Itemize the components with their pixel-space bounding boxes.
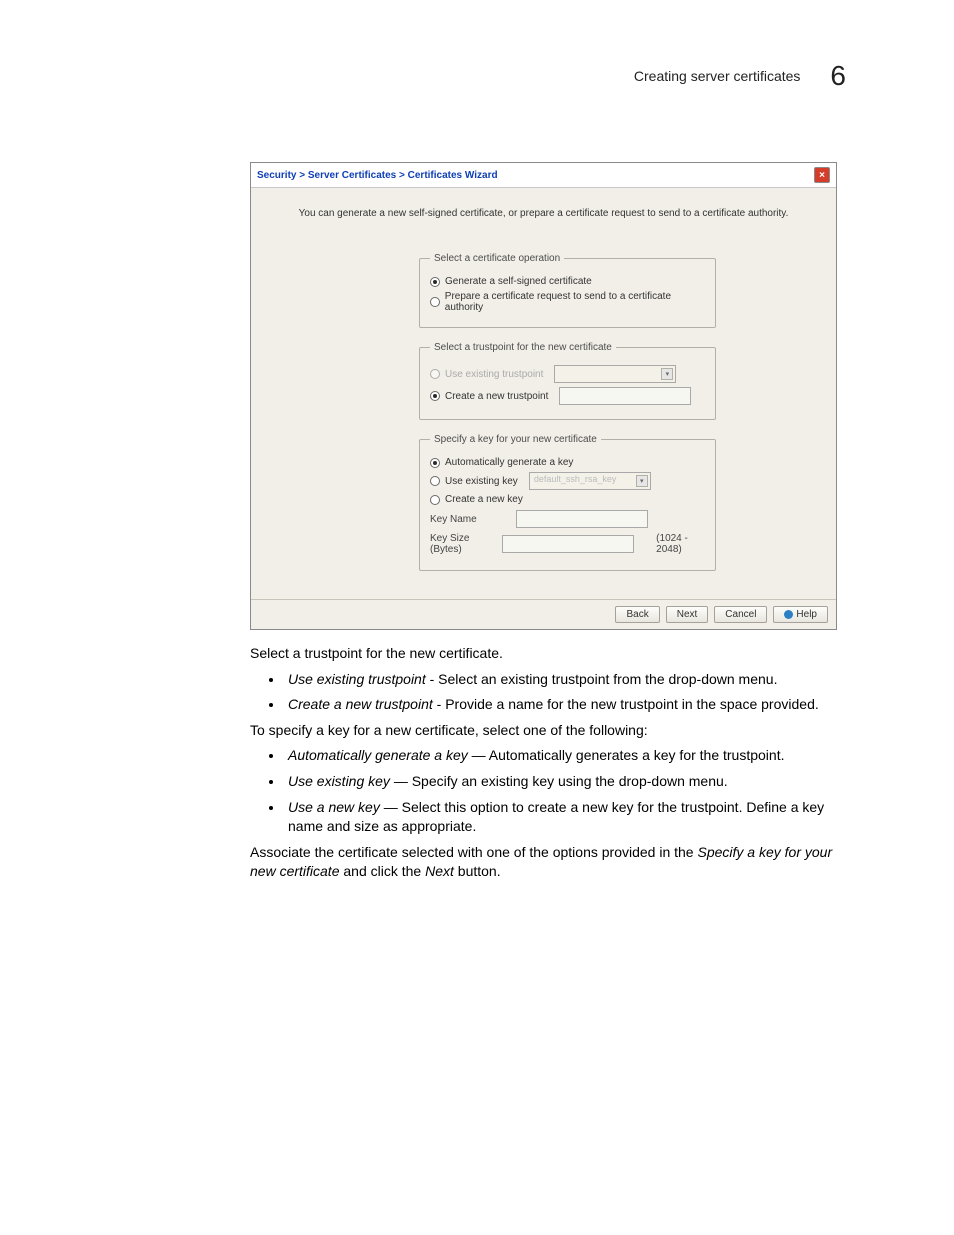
list-item: Create a new trustpoint - Provide a name… xyxy=(284,695,835,715)
definition: - Provide a name for the new trustpoint … xyxy=(433,696,819,712)
wizard-titlebar: Security > Server Certificates > Certifi… xyxy=(251,163,836,188)
field-label: Key Name xyxy=(430,514,504,525)
certificates-wizard: Security > Server Certificates > Certifi… xyxy=(250,162,837,630)
help-icon xyxy=(784,610,793,619)
list-item: Automatically generate a key — Automatic… xyxy=(284,746,835,766)
button-label: Next xyxy=(677,609,698,620)
option-label: Generate a self-signed certificate xyxy=(445,276,592,287)
term: Use a new key xyxy=(288,799,380,815)
group-legend: Select a trustpoint for the new certific… xyxy=(430,342,616,353)
radio-icon xyxy=(430,495,440,505)
term: Use existing key xyxy=(288,773,390,789)
radio-icon xyxy=(430,391,440,401)
chapter-number: 6 xyxy=(830,60,846,92)
button-label: Cancel xyxy=(725,609,756,620)
definition: — Automatically generates a key for the … xyxy=(468,747,785,763)
back-button[interactable]: Back xyxy=(615,606,659,623)
header-title: Creating server certificates xyxy=(634,68,801,84)
option-label: Prepare a certificate request to send to… xyxy=(445,291,705,313)
text-italic: Next xyxy=(425,863,454,879)
key-name-field: Key Name xyxy=(430,510,705,528)
option-label: Automatically generate a key xyxy=(445,457,573,468)
paragraph: Select a trustpoint for the new certific… xyxy=(250,644,835,664)
close-icon[interactable]: × xyxy=(814,167,830,183)
text: Associate the certificate selected with … xyxy=(250,844,698,860)
option-label: Use existing key xyxy=(445,476,518,487)
group-specify-key: Specify a key for your new certificate A… xyxy=(419,434,716,571)
existing-key-select[interactable]: default_ssh_rsa_key ▾ xyxy=(529,472,651,490)
body-text: Select a trustpoint for the new certific… xyxy=(250,644,835,882)
group-select-trustpoint: Select a trustpoint for the new certific… xyxy=(419,342,716,420)
group-legend: Select a certificate operation xyxy=(430,253,564,264)
paragraph: Associate the certificate selected with … xyxy=(250,843,835,882)
new-trustpoint-input[interactable] xyxy=(559,387,691,405)
definition: — Specify an existing key using the drop… xyxy=(390,773,728,789)
cancel-button[interactable]: Cancel xyxy=(714,606,767,623)
group-select-operation: Select a certificate operation Generate … xyxy=(419,253,716,328)
bullet-list: Automatically generate a key — Automatic… xyxy=(250,746,835,836)
option-use-existing-key[interactable]: Use existing key default_ssh_rsa_key ▾ xyxy=(430,472,705,490)
wizard-footer: Back Next Cancel Help xyxy=(251,599,836,629)
existing-trustpoint-select[interactable]: ▾ xyxy=(554,365,676,383)
paragraph: To specify a key for a new certificate, … xyxy=(250,721,835,741)
radio-icon xyxy=(430,458,440,468)
term: Automatically generate a key xyxy=(288,747,468,763)
list-item: Use a new key — Select this option to cr… xyxy=(284,798,835,837)
option-label: Create a new key xyxy=(445,494,523,505)
page-header: Creating server certificates 6 xyxy=(250,60,846,92)
text: and click the xyxy=(339,863,425,879)
button-label: Back xyxy=(626,609,648,620)
breadcrumb: Security > Server Certificates > Certifi… xyxy=(257,170,498,181)
chevron-down-icon: ▾ xyxy=(661,368,673,380)
radio-icon xyxy=(430,476,440,486)
field-label: Key Size (Bytes) xyxy=(430,533,490,555)
option-auto-generate-key[interactable]: Automatically generate a key xyxy=(430,457,705,468)
button-label: Help xyxy=(796,609,817,620)
group-legend: Specify a key for your new certificate xyxy=(430,434,601,445)
option-label: Use existing trustpoint xyxy=(445,369,543,380)
text: button. xyxy=(454,863,501,879)
list-item: Use existing key — Specify an existing k… xyxy=(284,772,835,792)
help-button[interactable]: Help xyxy=(773,606,828,623)
key-size-hint: (1024 - 2048) xyxy=(656,533,705,555)
existing-key-value: default_ssh_rsa_key xyxy=(530,474,617,484)
key-size-field: Key Size (Bytes) (1024 - 2048) xyxy=(430,533,705,555)
next-button[interactable]: Next xyxy=(666,606,709,623)
option-create-new-trustpoint[interactable]: Create a new trustpoint xyxy=(430,387,705,405)
option-label: Create a new trustpoint xyxy=(445,391,548,402)
option-prepare-request[interactable]: Prepare a certificate request to send to… xyxy=(430,291,705,313)
list-item: Use existing trustpoint - Select an exis… xyxy=(284,670,835,690)
radio-icon xyxy=(430,369,440,379)
definition: - Select an existing trustpoint from the… xyxy=(426,671,778,687)
option-generate-self-signed[interactable]: Generate a self-signed certificate xyxy=(430,276,705,287)
option-create-new-key[interactable]: Create a new key xyxy=(430,494,705,505)
radio-icon xyxy=(430,277,440,287)
option-use-existing-trustpoint[interactable]: Use existing trustpoint ▾ xyxy=(430,365,705,383)
term: Create a new trustpoint xyxy=(288,696,433,712)
key-size-input[interactable] xyxy=(502,535,634,553)
wizard-intro: You can generate a new self-signed certi… xyxy=(251,188,836,239)
chevron-down-icon: ▾ xyxy=(636,475,648,487)
term: Use existing trustpoint xyxy=(288,671,426,687)
radio-icon xyxy=(430,297,440,307)
bullet-list: Use existing trustpoint - Select an exis… xyxy=(250,670,835,715)
key-name-input[interactable] xyxy=(516,510,648,528)
